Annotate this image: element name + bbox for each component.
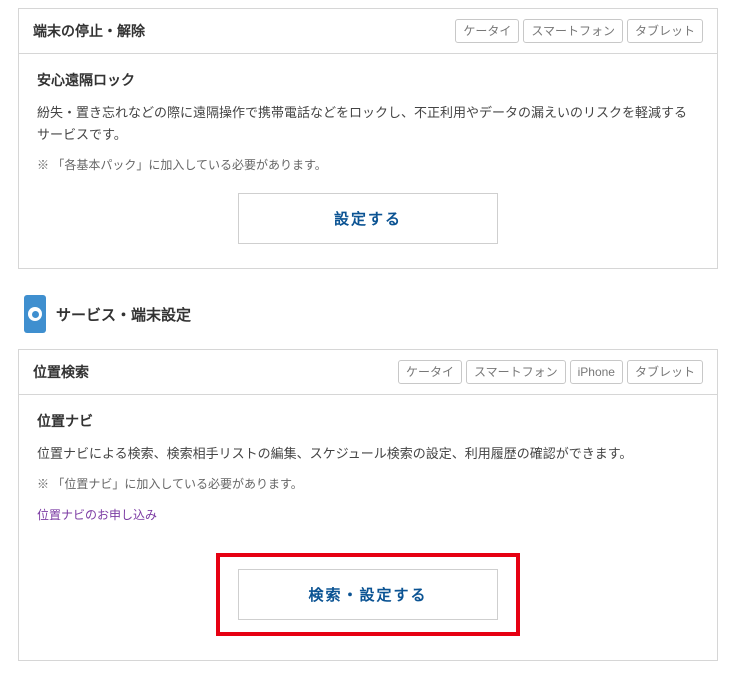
service-subtitle: 安心遠隔ロック <box>37 70 699 90</box>
section-heading: サービス・端末設定 <box>24 295 718 333</box>
phone-settings-icon <box>24 295 46 333</box>
highlight-box: 検索・設定する <box>216 553 520 636</box>
badge-keitai: ケータイ <box>455 19 519 43</box>
card-location-search: 位置検索 ケータイ スマートフォン iPhone タブレット 位置ナビ 位置ナビ… <box>18 349 718 661</box>
gear-icon <box>28 307 42 321</box>
card-header: 端末の停止・解除 ケータイ スマートフォン タブレット <box>19 9 717 54</box>
badge-tablet: タブレット <box>627 360 703 384</box>
card-header-title: 端末の停止・解除 <box>33 21 145 41</box>
service-description: 紛失・置き忘れなどの際に遠隔操作で携帯電話などをロックし、不正利用やデータの漏え… <box>37 102 699 146</box>
device-badges: ケータイ スマートフォン タブレット <box>455 19 703 43</box>
service-note: ※ 「位置ナビ」に加入している必要があります。 <box>37 475 699 492</box>
badge-smartphone: スマートフォン <box>466 360 566 384</box>
section-heading-title: サービス・端末設定 <box>56 304 191 325</box>
apply-link[interactable]: 位置ナビのお申し込み <box>37 506 157 523</box>
badge-keitai: ケータイ <box>398 360 462 384</box>
button-row: 検索・設定する <box>37 553 699 636</box>
service-subtitle: 位置ナビ <box>37 411 699 431</box>
card-header-title: 位置検索 <box>33 362 89 382</box>
button-row: 設定する <box>37 193 699 244</box>
search-configure-button[interactable]: 検索・設定する <box>238 569 498 620</box>
service-description: 位置ナビによる検索、検索相手リストの編集、スケジュール検索の設定、利用履歴の確認… <box>37 443 699 465</box>
service-note: ※ 「各基本パック」に加入している必要があります。 <box>37 156 699 173</box>
card-header: 位置検索 ケータイ スマートフォン iPhone タブレット <box>19 350 717 395</box>
badge-smartphone: スマートフォン <box>523 19 623 43</box>
card-body: 安心遠隔ロック 紛失・置き忘れなどの際に遠隔操作で携帯電話などをロックし、不正利… <box>19 54 717 268</box>
card-terminal-stop: 端末の停止・解除 ケータイ スマートフォン タブレット 安心遠隔ロック 紛失・置… <box>18 8 718 269</box>
card-body: 位置ナビ 位置ナビによる検索、検索相手リストの編集、スケジュール検索の設定、利用… <box>19 395 717 660</box>
device-badges: ケータイ スマートフォン iPhone タブレット <box>398 360 703 384</box>
badge-tablet: タブレット <box>627 19 703 43</box>
badge-iphone: iPhone <box>570 360 623 384</box>
configure-button[interactable]: 設定する <box>238 193 498 244</box>
